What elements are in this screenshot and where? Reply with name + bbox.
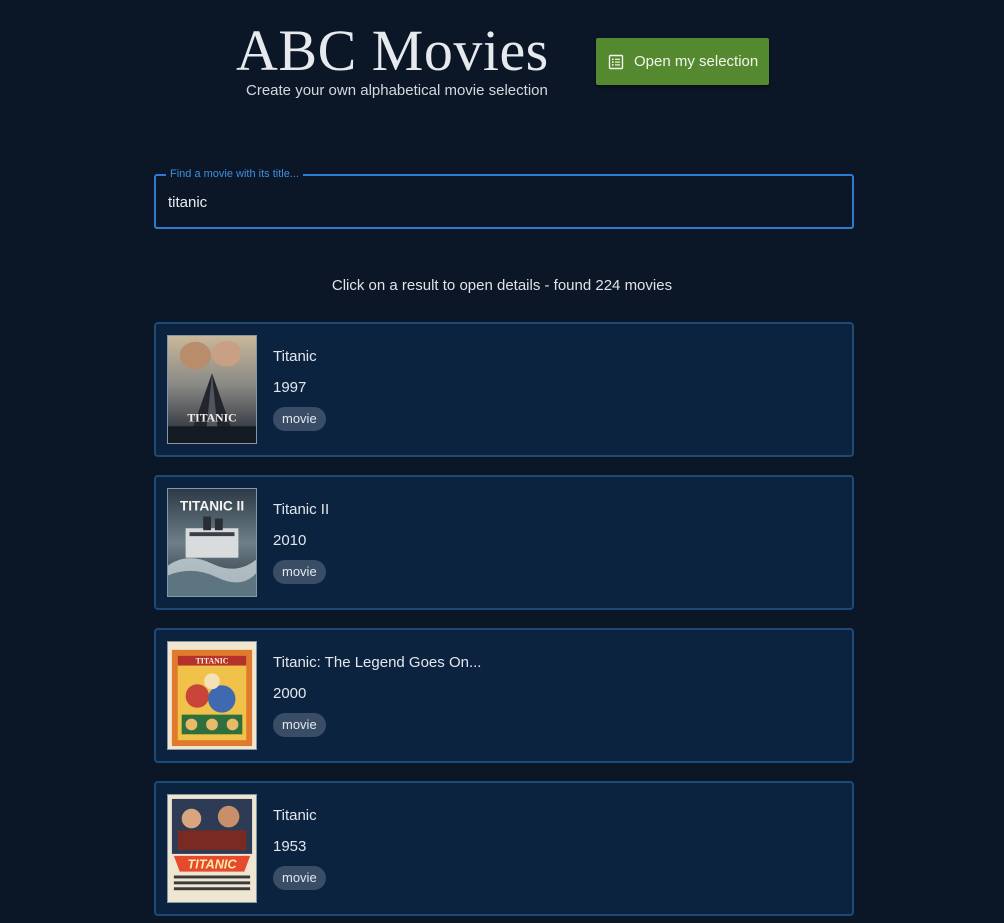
movie-title: Titanic: The Legend Goes On...	[273, 654, 482, 671]
search-input[interactable]	[168, 190, 838, 214]
type-chip: movie	[273, 866, 326, 890]
result-card[interactable]: TITANIC II Titanic II 2010 movie	[154, 475, 854, 610]
movie-poster: TITANIC	[167, 335, 257, 444]
poster-text: TITANIC II	[180, 499, 244, 514]
poster-text: TITANIC	[196, 657, 229, 666]
app-page: ABC Movies Create your own alphabetical …	[0, 0, 1004, 923]
movie-year: 2000	[273, 685, 307, 702]
movie-title: Titanic II	[273, 501, 330, 518]
poster-text: TITANIC	[187, 857, 237, 872]
app-subtitle: Create your own alphabetical movie selec…	[246, 82, 548, 99]
open-selection-label: Open my selection	[634, 53, 759, 70]
movie-year: 2010	[273, 532, 307, 549]
movie-year: 1953	[273, 838, 307, 855]
movie-title: Titanic	[273, 348, 317, 365]
movie-poster: TITANIC	[167, 641, 257, 750]
result-card[interactable]: TITANIC Titanic 1953 movie	[154, 781, 854, 916]
search-field[interactable]: Find a movie with its title...	[154, 167, 854, 229]
movie-title: Titanic	[273, 807, 317, 824]
app-title: ABC Movies	[236, 18, 549, 83]
movie-poster: TITANIC	[167, 794, 257, 903]
search-label: Find a movie with its title...	[166, 167, 303, 181]
movie-poster: TITANIC II	[167, 488, 257, 597]
list-icon	[608, 54, 624, 70]
result-card[interactable]: TITANIC Titanic: The Legend Goes On... 2…	[154, 628, 854, 763]
type-chip: movie	[273, 560, 326, 584]
result-card[interactable]: TITANIC Titanic 1997 movie	[154, 322, 854, 457]
results-count-text: Click on a result to open details - foun…	[331, 277, 673, 294]
type-chip: movie	[273, 713, 326, 737]
type-chip: movie	[273, 407, 326, 431]
open-selection-button[interactable]: Open my selection	[596, 38, 769, 85]
poster-text: TITANIC	[187, 411, 236, 424]
movie-year: 1997	[273, 379, 307, 396]
